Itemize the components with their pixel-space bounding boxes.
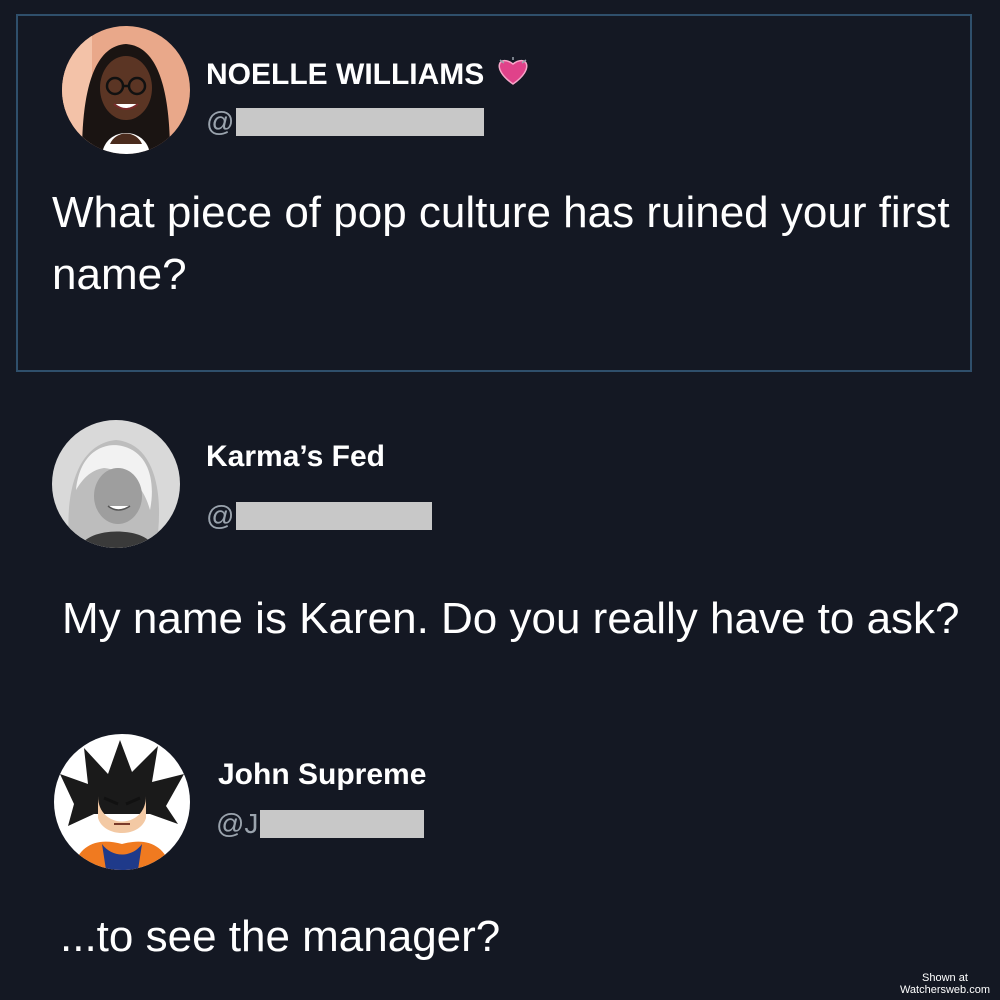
author-name-text: NOELLE WILLIAMS: [206, 58, 485, 91]
watermark-line1: Shown at: [922, 972, 968, 984]
watermark-line2: Watchersweb.com: [899, 984, 990, 996]
author-name-karmas-fed[interactable]: Karma’s Fed: [206, 440, 385, 474]
author-handle-noelle-williams[interactable]: @: [206, 106, 485, 138]
redacted-handle: [236, 502, 433, 530]
avatar-noelle-williams[interactable]: [62, 26, 190, 154]
author-name-john-supreme[interactable]: John Supreme: [218, 758, 426, 792]
tweet-text-noelle: What piece of pop culture has ruined you…: [52, 188, 950, 299]
tweet-screenshot: NOELLE WILLIAMS @ What piece of pop cult…: [0, 0, 1000, 1000]
avatar-john-supreme[interactable]: [54, 734, 190, 870]
redacted-handle: [260, 810, 425, 838]
growing-heart-icon: [496, 56, 530, 94]
author-name-noelle-williams[interactable]: NOELLE WILLIAMS: [206, 56, 530, 94]
author-handle-karmas-fed[interactable]: @: [206, 500, 433, 532]
author-handle-john-supreme[interactable]: @J: [216, 808, 425, 840]
redacted-handle: [236, 108, 485, 136]
avatar-karmas-fed[interactable]: [52, 420, 180, 548]
tweet-text-john-supreme: ...to see the manager?: [60, 912, 501, 961]
tweet-text-karmas-fed: My name is Karen. Do you really have to …: [62, 594, 960, 643]
watermark: Shown at Watchersweb.com: [900, 972, 990, 996]
